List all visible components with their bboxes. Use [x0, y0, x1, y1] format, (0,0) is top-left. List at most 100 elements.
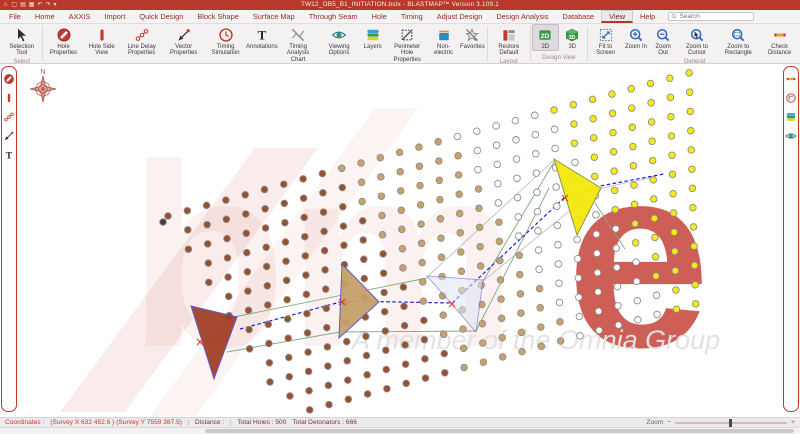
drill-hole[interactable] — [457, 230, 464, 237]
zoom-slider-thumb[interactable] — [729, 419, 732, 427]
drill-hole[interactable] — [363, 333, 370, 340]
drill-hole[interactable] — [442, 370, 449, 377]
drill-hole[interactable] — [440, 331, 447, 338]
drill-hole[interactable] — [244, 249, 251, 256]
ribbon-button-non-electric[interactable]: Non-electric — [428, 24, 459, 58]
palette-button-layers[interactable] — [785, 111, 797, 123]
drill-hole[interactable] — [613, 245, 620, 252]
drill-hole[interactable] — [532, 131, 539, 138]
drill-hole[interactable] — [379, 212, 386, 219]
drill-hole[interactable] — [647, 80, 654, 87]
drill-hole[interactable] — [654, 311, 661, 318]
drill-hole[interactable] — [649, 157, 656, 164]
drill-hole[interactable] — [576, 294, 583, 301]
drill-hole[interactable] — [203, 202, 210, 209]
drill-hole[interactable] — [160, 219, 167, 226]
drill-hole[interactable] — [419, 259, 426, 266]
drill-hole[interactable] — [438, 235, 445, 242]
drill-hole[interactable] — [538, 324, 545, 331]
drill-hole[interactable] — [611, 168, 618, 175]
drill-hole[interactable] — [416, 163, 423, 170]
drill-hole[interactable] — [686, 89, 693, 96]
drill-hole[interactable] — [302, 253, 309, 260]
drill-hole[interactable] — [397, 188, 404, 195]
drill-hole[interactable] — [363, 352, 370, 359]
drill-hole[interactable] — [653, 273, 660, 280]
drill-hole[interactable] — [552, 145, 559, 152]
tab-quick-design[interactable]: Quick Design — [132, 10, 190, 23]
tab-axxis[interactable]: AXXIS — [62, 10, 98, 23]
drill-hole[interactable] — [344, 358, 351, 365]
drill-hole[interactable] — [285, 335, 292, 342]
drill-hole[interactable] — [515, 214, 522, 221]
drill-hole[interactable] — [610, 149, 617, 156]
drill-hole[interactable] — [536, 285, 543, 292]
drill-hole[interactable] — [323, 305, 330, 312]
ribbon-button-check-distance[interactable]: Check Distance — [759, 24, 800, 58]
ribbon-button-timing-simulation[interactable]: Timing Simulation — [205, 24, 247, 58]
drill-hole[interactable] — [345, 377, 352, 384]
drill-hole[interactable] — [514, 175, 521, 182]
drill-hole[interactable] — [615, 322, 622, 329]
drill-hole[interactable] — [635, 317, 642, 324]
drill-hole[interactable] — [633, 278, 640, 285]
ribbon-button-zoom-to-rectangle[interactable]: Zoom to Rectangle — [717, 24, 759, 58]
ribbon-button-vector-properties[interactable]: Vector Properties — [163, 24, 205, 58]
drill-hole[interactable] — [556, 280, 563, 287]
drill-hole[interactable] — [418, 221, 425, 228]
drill-hole[interactable] — [320, 209, 327, 216]
drill-hole[interactable] — [673, 306, 680, 313]
drill-hole[interactable] — [667, 75, 674, 82]
horizontal-scrollbar[interactable] — [0, 427, 800, 434]
drill-hole[interactable] — [690, 224, 697, 231]
drill-hole[interactable] — [594, 269, 601, 276]
tab-view[interactable]: View — [601, 10, 633, 23]
drill-hole[interactable] — [633, 259, 640, 266]
ribbon-button-hole-side-view[interactable]: Hole Side View — [83, 24, 121, 58]
drill-hole[interactable] — [651, 215, 658, 222]
drill-hole[interactable] — [300, 176, 307, 183]
drill-hole[interactable] — [262, 225, 269, 232]
tab-file[interactable]: File — [2, 10, 28, 23]
drill-hole[interactable] — [628, 86, 635, 93]
drill-hole[interactable] — [378, 193, 385, 200]
drill-hole[interactable] — [495, 200, 502, 207]
drill-hole[interactable] — [416, 144, 423, 151]
drill-hole[interactable] — [517, 291, 524, 298]
drill-hole[interactable] — [381, 289, 388, 296]
drill-hole[interactable] — [595, 289, 602, 296]
drill-hole[interactable] — [436, 177, 443, 184]
drill-hole[interactable] — [225, 274, 232, 281]
drill-hole[interactable] — [325, 363, 332, 370]
drill-hole[interactable] — [364, 391, 371, 398]
drill-hole[interactable] — [303, 272, 310, 279]
drill-hole[interactable] — [401, 303, 408, 310]
ribbon-button-2d[interactable]: 2D2D — [532, 24, 559, 51]
drill-hole[interactable] — [629, 105, 636, 112]
drill-hole[interactable] — [384, 385, 391, 392]
drill-hole[interactable] — [477, 263, 484, 270]
drill-hole[interactable] — [692, 281, 699, 288]
drill-hole[interactable] — [322, 286, 329, 293]
drill-hole[interactable] — [435, 139, 442, 146]
drill-hole[interactable] — [401, 322, 408, 329]
drill-hole[interactable] — [224, 255, 231, 262]
drill-hole[interactable] — [340, 204, 347, 211]
drill-hole[interactable] — [205, 260, 212, 267]
drill-hole[interactable] — [360, 237, 367, 244]
drill-hole[interactable] — [553, 184, 560, 191]
drill-hole[interactable] — [595, 308, 602, 315]
drill-hole[interactable] — [417, 182, 424, 189]
drill-hole[interactable] — [359, 198, 366, 205]
drill-hole[interactable] — [185, 246, 192, 253]
drill-hole[interactable] — [474, 128, 481, 135]
drill-hole[interactable] — [206, 279, 213, 286]
drill-hole[interactable] — [494, 161, 501, 168]
drill-hole[interactable] — [630, 163, 637, 170]
drill-hole[interactable] — [306, 387, 313, 394]
ribbon-button-restore-default[interactable]: Restore Default — [489, 24, 529, 58]
drill-hole[interactable] — [497, 257, 504, 264]
drill-hole[interactable] — [576, 313, 583, 320]
ribbon-button-annotations[interactable]: TAnnotations — [247, 24, 277, 51]
drill-hole[interactable] — [382, 328, 389, 335]
